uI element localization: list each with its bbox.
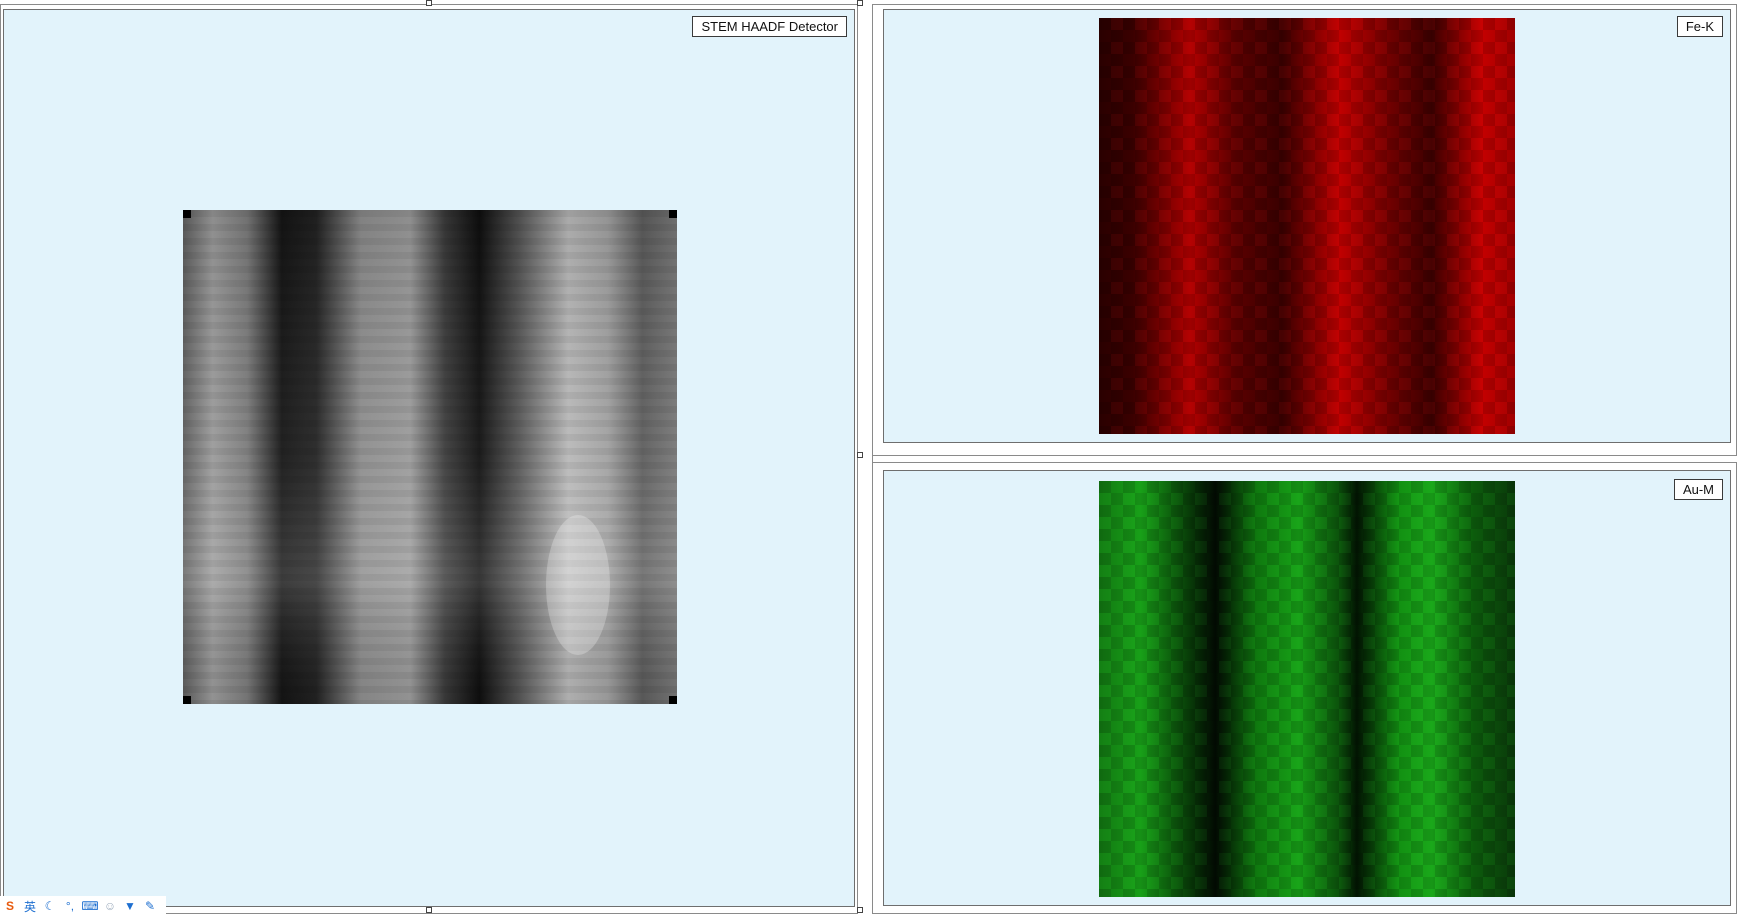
wrench-icon[interactable]: ✎: [142, 898, 158, 914]
corner-resize-handle-bottom[interactable]: [857, 907, 863, 913]
user-icon[interactable]: ☺: [102, 898, 118, 914]
corner-marker-top-left: [183, 210, 191, 218]
haadf-image-graphic: [183, 210, 677, 704]
corner-marker-bottom-left: [183, 696, 191, 704]
fe-panel[interactable]: Fe-K: [883, 9, 1731, 443]
haadf-panel[interactable]: STEM HAADF Detector: [3, 9, 855, 907]
moon-icon[interactable]: ☾: [42, 898, 58, 914]
keyboard-icon[interactable]: ⌨: [81, 898, 98, 914]
ime-english-icon[interactable]: 英: [22, 898, 38, 914]
top-resize-handle[interactable]: [426, 0, 432, 6]
right-panels-divider[interactable]: [873, 455, 1737, 463]
au-panel[interactable]: Au-M: [883, 470, 1731, 906]
ime-toolbar: S 英 ☾ °, ⌨ ☺ ▼ ✎: [0, 896, 166, 916]
au-map-graphic: [1099, 481, 1515, 897]
corner-marker-top-right: [669, 210, 677, 218]
corner-marker-bottom-right: [669, 696, 677, 704]
haadf-panel-label: STEM HAADF Detector: [692, 16, 847, 37]
logo-icon[interactable]: S: [2, 898, 18, 914]
middle-resize-handle[interactable]: [857, 452, 863, 458]
fe-map-image[interactable]: [1099, 18, 1515, 434]
haadf-image[interactable]: [183, 210, 677, 704]
fe-map-graphic: [1099, 18, 1515, 434]
bottom-resize-handle[interactable]: [426, 907, 432, 913]
corner-resize-handle-top[interactable]: [857, 0, 863, 6]
au-panel-label: Au-M: [1673, 479, 1723, 500]
shirt-icon[interactable]: ▼: [122, 898, 138, 914]
au-map-image[interactable]: [1099, 481, 1515, 897]
punctuation-icon[interactable]: °,: [62, 898, 78, 914]
fe-panel-label: Fe-K: [1676, 16, 1723, 37]
